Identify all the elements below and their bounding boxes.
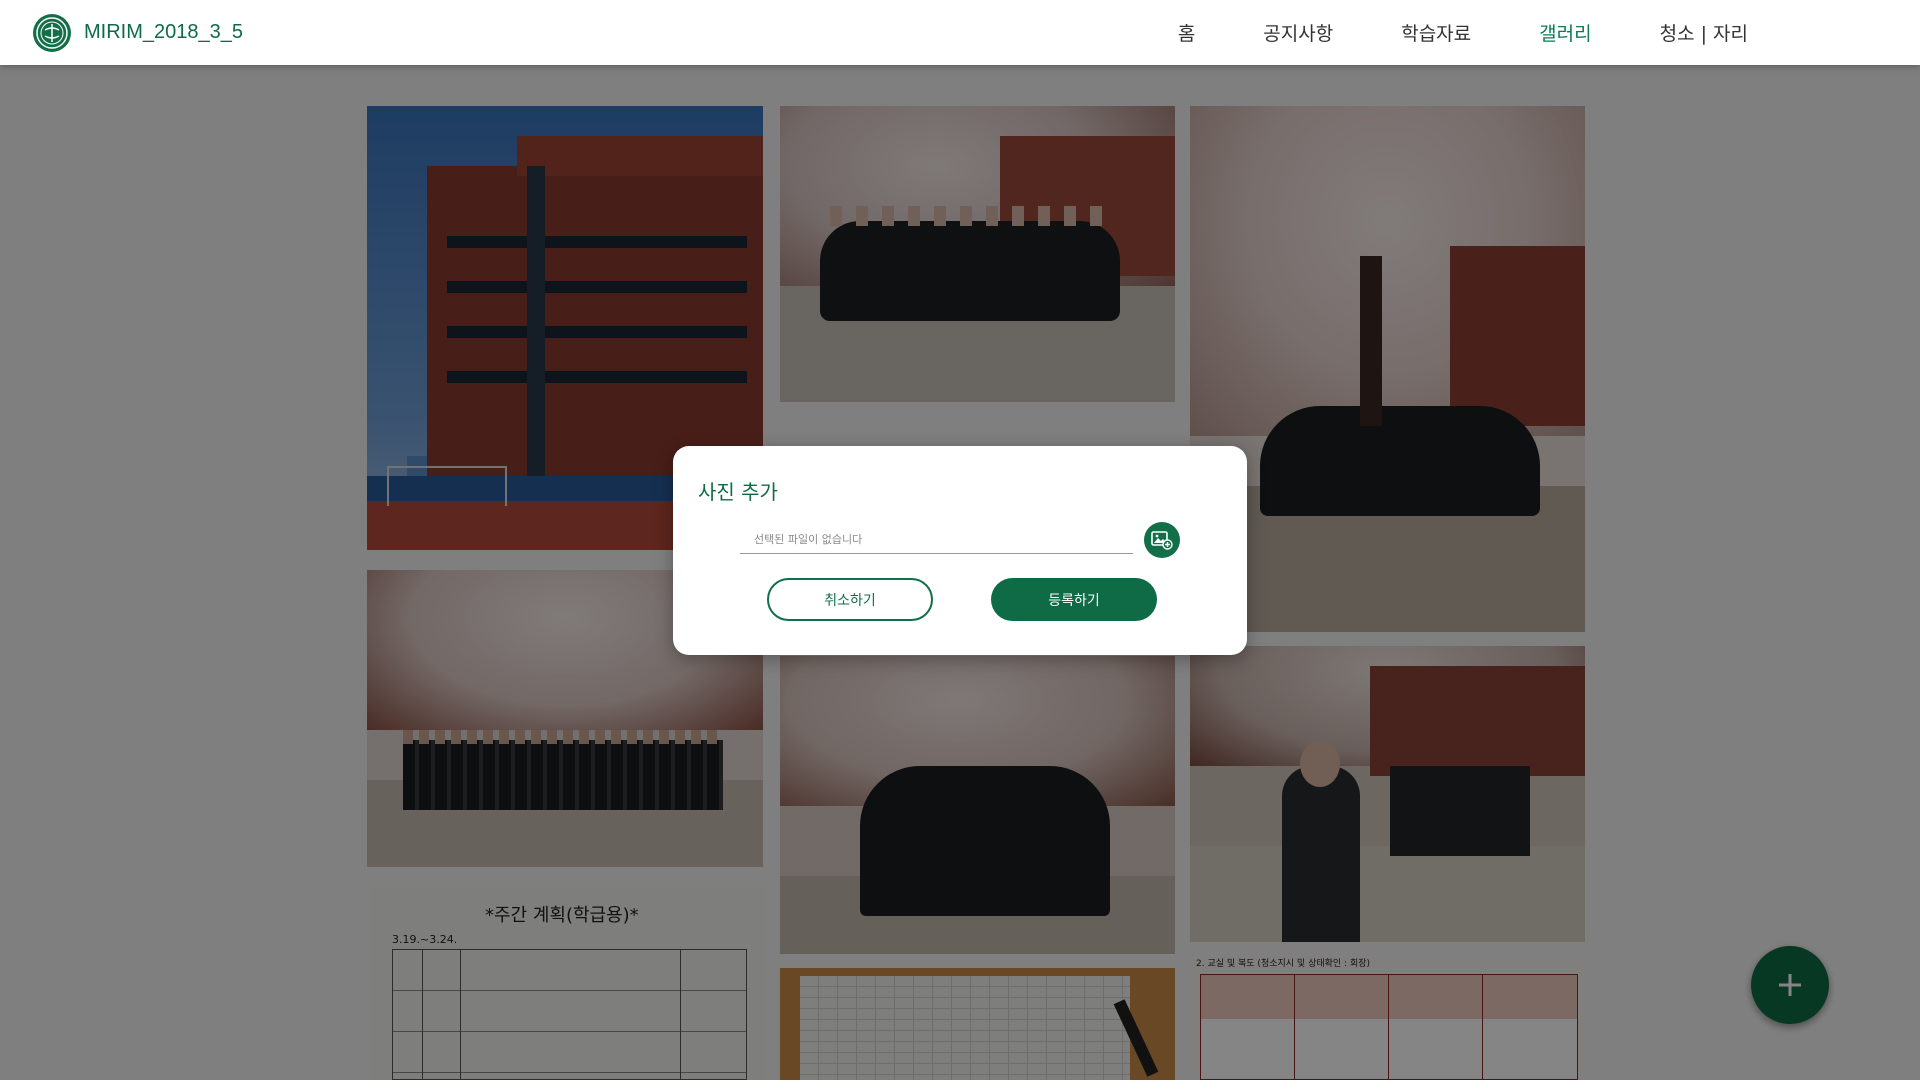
file-name-field[interactable] <box>740 526 1133 554</box>
select-image-button[interactable] <box>1144 522 1180 558</box>
nav-home[interactable]: 홈 <box>1178 19 1195 46</box>
nav-gallery[interactable]: 갤러리 <box>1539 19 1591 46</box>
add-photo-modal: 사진 추가 취소하기 등록하기 <box>673 446 1247 655</box>
cancel-button[interactable]: 취소하기 <box>767 578 933 621</box>
school-emblem-icon[interactable] <box>33 14 71 52</box>
nav-study-materials[interactable]: 학습자료 <box>1401 19 1471 46</box>
nav-notices[interactable]: 공지사항 <box>1263 19 1333 46</box>
top-header: MIRIM_2018_3_5 홈 공지사항 학습자료 갤러리 청소 | 자리 <box>0 0 1920 65</box>
submit-button[interactable]: 등록하기 <box>991 578 1157 621</box>
site-brand[interactable]: MIRIM_2018_3_5 <box>84 21 243 44</box>
nav-cleaning-seats[interactable]: 청소 | 자리 <box>1660 19 1748 46</box>
add-image-icon <box>1151 531 1173 550</box>
main-nav: 홈 공지사항 학습자료 갤러리 청소 | 자리 <box>1110 19 1748 46</box>
modal-title: 사진 추가 <box>698 480 778 504</box>
